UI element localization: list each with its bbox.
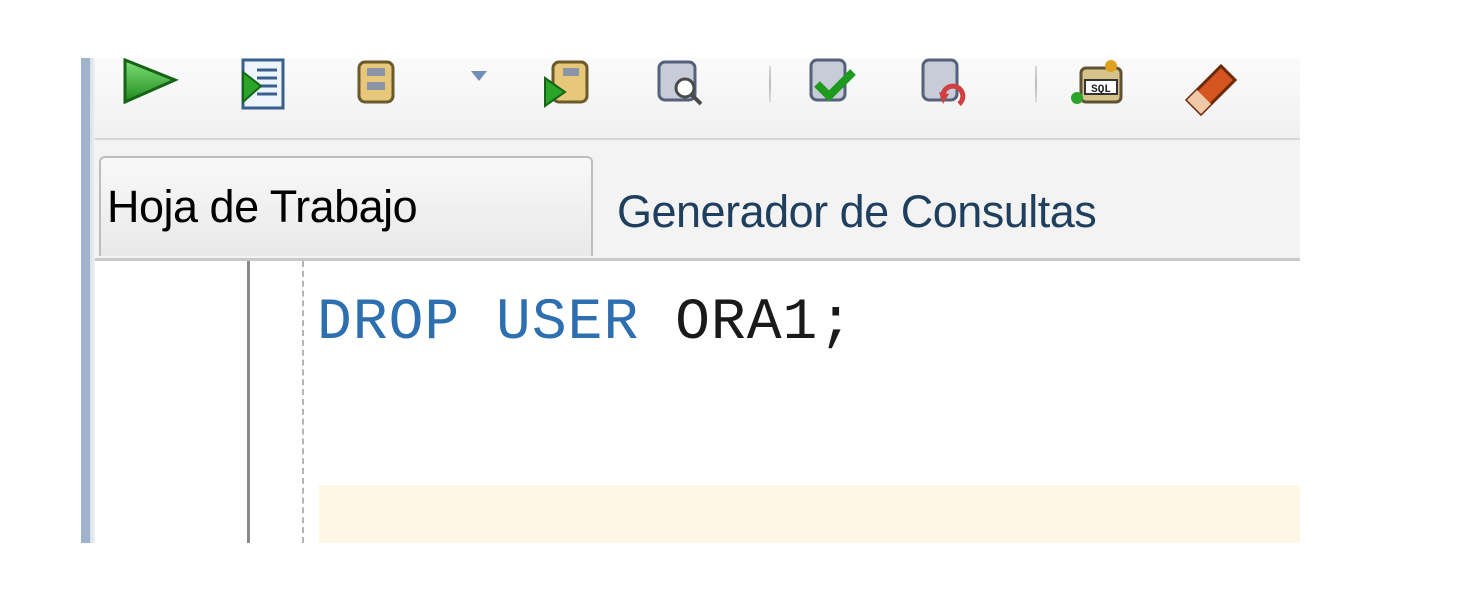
current-line-highlight — [319, 485, 1300, 543]
sql-developer-window: SQL Hoja de Trabajo Generador de Consult… — [81, 58, 1300, 543]
tab-label: Hoja de Trabajo — [107, 181, 418, 232]
code-line[interactable]: DROP USER ORA1; — [317, 291, 854, 356]
code-fold-margin — [302, 261, 304, 543]
sql-keyword: USER — [496, 291, 640, 356]
undo-button[interactable] — [913, 58, 973, 116]
svg-text:SQL: SQL — [1091, 84, 1111, 96]
sql-keyword: DROP — [317, 291, 461, 356]
check-button[interactable] — [801, 58, 861, 116]
sql-punctuation: ; — [818, 291, 855, 356]
toolbar-separator — [769, 66, 771, 102]
tab-query-builder[interactable]: Generador de Consultas — [611, 162, 1251, 262]
tuning-button[interactable] — [651, 58, 711, 116]
run-statement-button[interactable] — [119, 58, 179, 116]
sql-identifier: ORA1 — [675, 291, 819, 356]
database-undo-icon — [921, 58, 966, 106]
chevron-down-icon — [471, 71, 487, 81]
run-script-button[interactable] — [233, 58, 293, 116]
database-check-icon — [809, 58, 856, 102]
window-left-border — [81, 58, 95, 543]
line-number-gutter — [95, 261, 250, 543]
sql-button[interactable]: SQL — [1071, 58, 1131, 116]
commit-dropdown[interactable] — [469, 68, 489, 84]
editor-tab-bar: Hoja de Trabajo Generador de Consultas — [95, 140, 1300, 261]
toolbar-separator — [1035, 66, 1037, 102]
sql-database-icon: SQL — [1071, 60, 1123, 104]
tab-worksheet[interactable]: Hoja de Trabajo — [99, 156, 593, 256]
database-run-icon — [544, 60, 589, 108]
eraser-icon — [1184, 63, 1238, 116]
sql-editor[interactable]: DROP USER ORA1; — [95, 261, 1300, 543]
clear-button[interactable] — [1183, 58, 1243, 116]
tab-label: Generador de Consultas — [617, 186, 1097, 237]
worksheet-toolbar: SQL — [95, 58, 1300, 140]
database-search-icon — [657, 60, 703, 106]
commit-button[interactable] — [345, 58, 405, 116]
database-icon — [357, 60, 395, 104]
play-icon — [123, 58, 179, 105]
rollback-button[interactable] — [539, 58, 599, 116]
run-script-icon — [241, 58, 285, 110]
